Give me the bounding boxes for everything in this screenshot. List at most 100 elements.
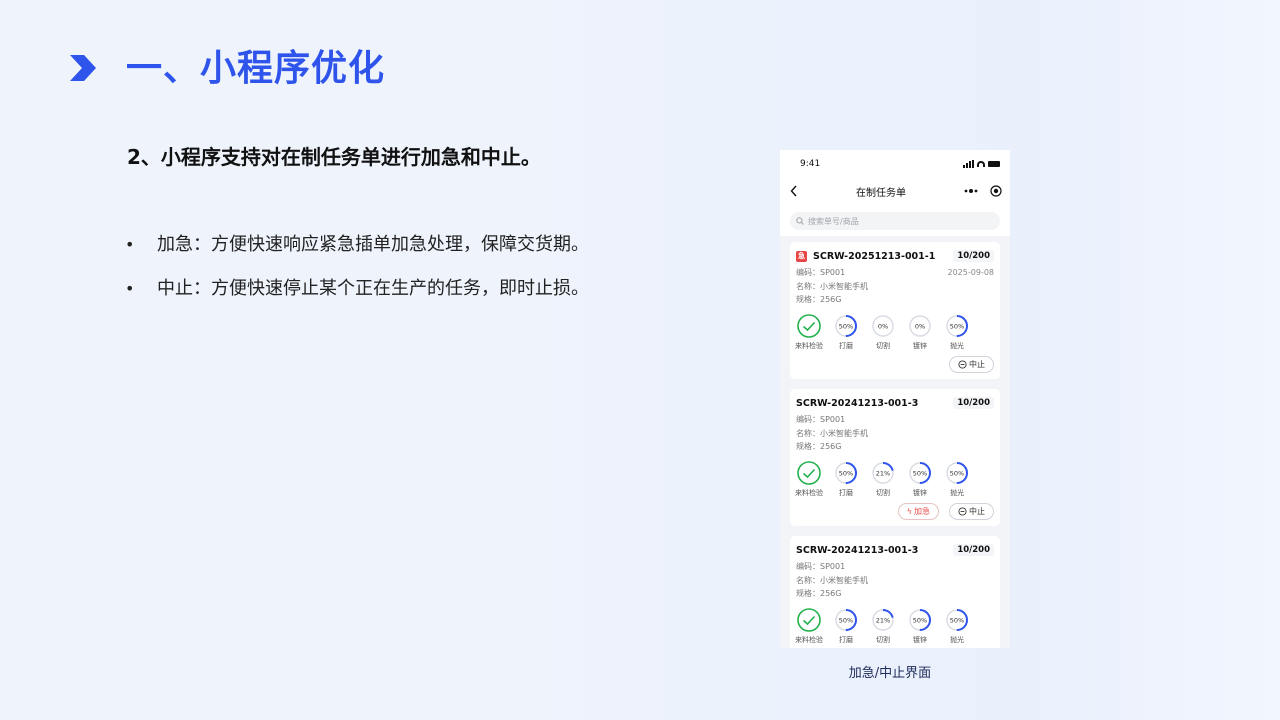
step-label: 打磨: [839, 341, 853, 350]
progress-ring: 50%: [909, 461, 931, 484]
progress-ring: 50%: [909, 608, 931, 631]
signal-icon: [963, 160, 974, 168]
task-code-text: SCRW-20241213-001-3: [796, 544, 919, 556]
task-quantity: 10/200: [953, 397, 994, 409]
step-label: 来料检验: [795, 488, 823, 497]
task-code-text: SCRW-20241213-001-3: [796, 397, 919, 409]
progress-text: 50%: [913, 469, 927, 477]
task-code: SCRW-20241213-001-3: [796, 398, 918, 409]
progress-text: 50%: [950, 469, 964, 477]
progress-ring: 50%: [946, 461, 968, 484]
task-meta-line: 规格：256G: [796, 442, 842, 451]
task-meta-line: 名称：小米智能手机: [796, 575, 868, 585]
task-card[interactable]: 急 SCRW-20251213-001-1 10/200 2025-09-08 编码：S…: [790, 242, 1000, 379]
slide-subtitle: 2、小程序支持对在制任务单进行加急和中止。: [127, 145, 541, 169]
bullet-dot: •: [125, 235, 135, 254]
progress-ring: 50%: [946, 608, 968, 631]
process-steps: 来料检验 50% 打磨 0% 切割 0% 镀锌 50% 抛光: [795, 313, 994, 351]
phone-screenshot: 9:41 在制任务单 搜索单号/商品 急 SCRW-20251213-001-1 1…: [780, 150, 1010, 648]
task-meta: 编码：SP001 名称：小米智能手机 规格：256G: [796, 560, 994, 601]
task-card-list: 急 SCRW-20251213-001-1 10/200 2025-09-08 编码：S…: [780, 236, 1010, 648]
more-dots-icon[interactable]: [964, 188, 978, 194]
step-label: 抛光: [950, 488, 964, 497]
step-label: 抛光: [950, 341, 964, 350]
step-label: 来料检验: [795, 635, 823, 644]
stop-circle-icon: [958, 507, 967, 516]
process-step: 50% 打磨: [833, 460, 859, 498]
progress-text: 50%: [950, 616, 964, 624]
stop-circle-icon: [958, 360, 967, 369]
bullet-text: 加急：方便快速响应紧急插单加急处理，保障交货期。: [157, 234, 589, 255]
urgent-badge: 急: [796, 250, 807, 262]
process-step: 50% 抛光: [944, 460, 970, 498]
capsule-close-icon[interactable]: [990, 185, 1002, 197]
urgent-button-label: 加急: [914, 507, 930, 516]
progress-text: 50%: [950, 322, 964, 330]
bullet-list: • 加急：方便快速响应紧急插单加急处理，保障交货期。 • 中止：方便快速停止某个正在…: [125, 231, 589, 319]
progress-text: 0%: [878, 322, 888, 330]
progress-text: 50%: [839, 469, 853, 477]
stop-button[interactable]: 中止: [949, 503, 994, 520]
task-meta-line: 名称：小米智能手机: [796, 281, 868, 291]
stop-button-label: 中止: [969, 360, 985, 369]
card-actions: ϟ 加急 中止: [897, 503, 994, 520]
progress-ring: 0%: [872, 314, 894, 337]
process-step: 50% 打磨: [833, 313, 859, 351]
process-step: 50% 镀锌: [907, 607, 933, 645]
process-steps: 来料检验 50% 打磨 21% 切割 50% 镀锌 50% 抛光: [795, 460, 994, 498]
figure-caption: 加急/中止界面: [848, 666, 932, 681]
progress-text: 21%: [876, 616, 890, 624]
bullet-text: 中止：方便快速停止某个正在生产的任务，即时止损。: [157, 278, 589, 299]
task-card[interactable]: SCRW-20241213-001-3 10/200 编码：SP001 名称：小米智能…: [790, 536, 1000, 648]
search-placeholder: 搜索单号/商品: [808, 216, 859, 226]
bullet-dot: •: [125, 279, 135, 298]
step-label: 来料检验: [795, 341, 823, 350]
step-label: 镀锌: [913, 488, 927, 497]
progress-text: 50%: [839, 322, 853, 330]
bullet-item: • 加急：方便快速响应紧急插单加急处理，保障交货期。: [125, 231, 589, 275]
step-label: 镀锌: [913, 341, 927, 350]
nav-bar: 在制任务单: [780, 178, 1010, 204]
progress-ring: 50%: [946, 314, 968, 337]
nav-title: 在制任务单: [856, 187, 906, 199]
status-bar: 9:41: [780, 150, 1010, 178]
task-quantity: 10/200: [953, 544, 994, 556]
progress-ring: 50%: [835, 461, 857, 484]
progress-text: 21%: [876, 469, 890, 477]
progress-text: 0%: [915, 322, 925, 330]
process-step: 来料检验: [795, 313, 823, 351]
task-meta-line: 规格：256G: [796, 295, 842, 304]
progress-ring: 0%: [909, 314, 931, 337]
process-step: 21% 切割: [870, 460, 896, 498]
status-time: 9:41: [800, 159, 821, 169]
task-code: SCRW-20241213-001-3: [796, 545, 918, 556]
process-step: 50% 镀锌: [907, 460, 933, 498]
process-step: 21% 切割: [870, 607, 896, 645]
process-step: 0% 切割: [870, 313, 896, 351]
progress-text: 50%: [839, 616, 853, 624]
progress-text: 50%: [913, 616, 927, 624]
process-step: 50% 抛光: [944, 607, 970, 645]
search-icon: [796, 217, 804, 225]
stop-button[interactable]: 中止: [949, 356, 994, 373]
process-step: 来料检验: [795, 460, 823, 498]
process-step: 来料检验: [795, 607, 823, 645]
task-card[interactable]: SCRW-20241213-001-3 10/200 编码：SP001 名称：小米智能…: [790, 389, 1000, 526]
task-meta-line: 编码：SP001: [796, 562, 846, 571]
step-label: 切割: [876, 341, 890, 350]
check-circle-icon: [797, 460, 821, 485]
task-meta-line: 名称：小米智能手机: [796, 428, 868, 438]
chevron-right-icon: [70, 55, 96, 81]
check-circle-icon: [797, 313, 821, 338]
slide-title: 一、小程序优化: [126, 48, 386, 89]
progress-ring: 50%: [835, 314, 857, 337]
urgent-button[interactable]: ϟ 加急: [897, 503, 939, 520]
task-meta: 2025-09-08 编码：SP001 名称：小米智能手机 规格：256G: [796, 266, 994, 307]
step-label: 抛光: [950, 635, 964, 644]
back-icon[interactable]: [790, 185, 798, 197]
task-code-text: SCRW-20251213-001-1: [813, 250, 936, 262]
process-steps: 来料检验 50% 打磨 21% 切割 50% 镀锌 50% 抛光: [795, 607, 994, 645]
task-meta-line: 规格：256G: [796, 589, 842, 598]
process-step: 50% 打磨: [833, 607, 859, 645]
search-input[interactable]: 搜索单号/商品: [790, 212, 1000, 230]
